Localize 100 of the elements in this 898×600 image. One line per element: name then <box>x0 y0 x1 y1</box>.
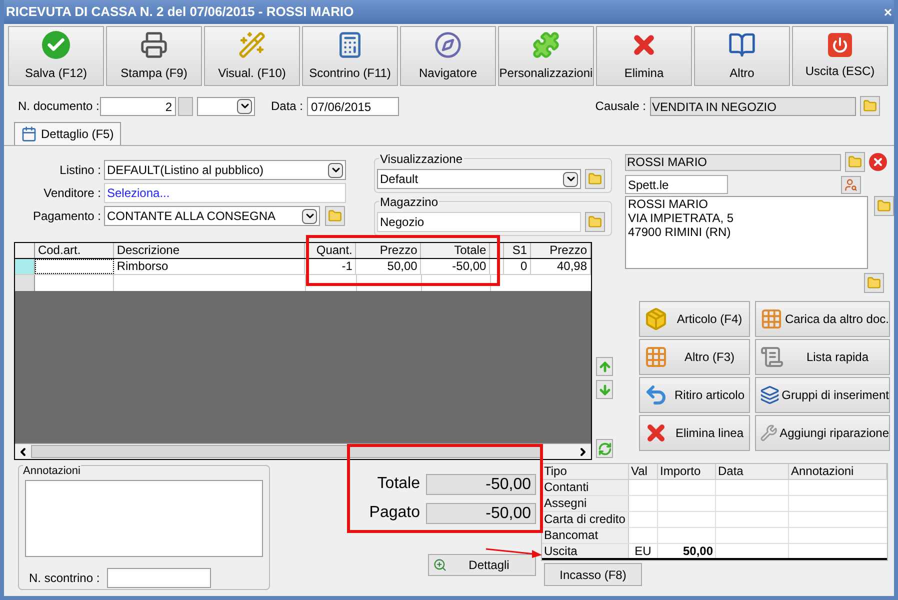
horizontal-scrollbar[interactable] <box>15 443 591 459</box>
action-button[interactable]: Gruppi di inseriment <box>755 377 890 413</box>
toolbar-button[interactable]: Altro <box>694 26 790 86</box>
series-dropdown[interactable] <box>197 96 255 116</box>
box-icon <box>644 307 668 331</box>
table-cell: 50,00 <box>356 259 422 274</box>
action-button[interactable]: Elimina linea <box>639 415 750 451</box>
address-line: ROSSI MARIO <box>628 197 710 211</box>
grid-add-icon <box>644 345 668 369</box>
layers-icon <box>760 383 780 407</box>
customer-name-field[interactable]: ROSSI MARIO <box>625 154 841 170</box>
move-down-button[interactable] <box>596 380 613 399</box>
close-icon <box>872 156 884 168</box>
action-button[interactable]: Carica da altro doc. <box>755 301 890 337</box>
table-cell: 40,98 <box>531 259 592 274</box>
scontrino-label: N. scontrino : <box>29 570 101 587</box>
dropdown-arrow-icon[interactable] <box>563 172 578 186</box>
undo-icon <box>644 383 668 407</box>
table-cell: -1 <box>305 259 356 274</box>
causale-label: Causale : <box>595 98 646 115</box>
toolbar-button[interactable]: Stampa (F9) <box>106 26 202 86</box>
table-cell: Uscita <box>542 544 629 558</box>
action-button[interactable]: Articolo (F4) <box>639 301 750 337</box>
venditore-label: Venditore : <box>42 185 102 202</box>
pagamento-dropdown[interactable]: CONTANTE ALLA CONSEGNA <box>104 206 320 226</box>
title-field[interactable]: Spett.le <box>625 175 728 194</box>
customer-search-button[interactable] <box>841 176 861 194</box>
spin-button[interactable] <box>178 96 193 116</box>
puzzle-icon <box>532 30 560 58</box>
folder-button[interactable] <box>874 196 894 216</box>
folder-button[interactable] <box>845 152 865 172</box>
printer-icon <box>140 30 168 58</box>
column-header[interactable]: S1 <box>504 243 532 258</box>
table-cell: EU <box>629 544 658 558</box>
table-cell: 0 <box>504 259 532 274</box>
table-cell: Carta di credito <box>542 512 629 527</box>
remove-button[interactable] <box>869 153 887 171</box>
column-header[interactable]: Totale <box>421 243 490 258</box>
column-header[interactable]: Prezzo <box>356 243 422 258</box>
action-button[interactable]: Lista rapida <box>755 339 890 375</box>
folder-button[interactable] <box>585 212 605 232</box>
close-button[interactable]: × <box>884 5 892 19</box>
folder-button[interactable] <box>585 169 605 189</box>
toolbar-button[interactable]: Salva (F12) <box>8 26 104 86</box>
column-header[interactable]: Prezzo <box>531 243 591 258</box>
folder-button[interactable] <box>860 96 880 116</box>
incasso-button[interactable]: Incasso (F8) <box>544 563 642 586</box>
window-title: RICEVUTA DI CASSA N. 2 del 07/06/2015 - ROSSI MARIO <box>6 3 354 22</box>
scroll-icon <box>760 345 784 369</box>
address-line: 47900 RIMINI (RN) <box>628 225 732 239</box>
toolbar-button[interactable]: Visual. (F10) <box>204 26 300 86</box>
doc-number-field[interactable]: 2 <box>100 96 176 116</box>
total-label: Pagato <box>369 503 420 523</box>
table-cell: Rimborso <box>114 259 306 274</box>
action-button[interactable]: Altro (F3) <box>639 339 750 375</box>
toolbar-button[interactable]: Personalizzazioni <box>498 26 594 86</box>
table-cell: Contanti <box>542 480 629 495</box>
action-button[interactable]: Aggiungi riparazione <box>755 415 890 451</box>
column-header[interactable]: Quant. <box>305 243 356 258</box>
tab[interactable]: Dettaglio (F5) <box>14 122 121 145</box>
zoom-icon <box>433 558 447 572</box>
column-header[interactable]: Descrizione <box>114 243 306 258</box>
row-indicator[interactable] <box>15 275 35 291</box>
venditore-field[interactable]: Seleziona... <box>104 183 346 203</box>
magazzino-field[interactable]: Negozio <box>377 212 581 232</box>
wand-icon <box>238 30 266 58</box>
toolbar-button[interactable]: Scontrino (F11) <box>302 26 398 86</box>
move-up-button[interactable] <box>596 357 613 376</box>
table-cell: -50,00 <box>421 259 490 274</box>
listino-label: Listino : <box>58 162 102 179</box>
folder-button[interactable] <box>864 273 884 293</box>
row-indicator[interactable] <box>15 259 35 274</box>
refresh-button[interactable] <box>596 439 613 458</box>
listino-dropdown[interactable]: DEFAULT(Listino al pubblico) <box>104 160 346 180</box>
folder-button[interactable] <box>325 206 345 226</box>
dettagli-button[interactable]: Dettagli <box>428 554 536 576</box>
column-header[interactable]: Data <box>716 464 789 479</box>
causale-field[interactable]: VENDITA IN NEGOZIO <box>650 96 856 116</box>
column-header[interactable]: Annotazioni <box>789 464 887 479</box>
address-line: VIA IMPIETRATA, 5 <box>628 211 735 225</box>
dropdown-arrow-icon[interactable] <box>328 162 343 178</box>
doc-number-label: N. documento : <box>18 98 100 115</box>
dropdown-arrow-icon[interactable] <box>237 98 252 114</box>
date-field[interactable]: 07/06/2015 <box>307 96 400 116</box>
date-label: Data : <box>271 98 304 115</box>
column-header[interactable]: Cod.art. <box>34 243 114 258</box>
column-header[interactable]: Val <box>629 464 658 479</box>
dropdown-arrow-icon[interactable] <box>302 208 317 224</box>
toolbar-button[interactable]: Elimina <box>596 26 692 86</box>
visualizzazione-dropdown[interactable]: Default <box>377 169 581 189</box>
address-field[interactable]: ROSSI MARIO VIA IMPIETRATA, 5 47900 RIMINI (RN) <box>625 196 868 269</box>
toolbar-button[interactable]: Uscita (ESC) <box>792 26 888 86</box>
column-header[interactable]: Tipo <box>542 464 629 479</box>
annotazioni-field[interactable] <box>25 480 263 557</box>
scontrino-field[interactable] <box>107 568 211 588</box>
pagamento-label: Pagamento : <box>32 208 102 225</box>
action-button[interactable]: Ritiro articolo <box>639 377 750 413</box>
toolbar-button[interactable]: Navigatore <box>400 26 496 86</box>
column-header[interactable]: Importo <box>658 464 716 479</box>
total-label: Totale <box>377 474 420 494</box>
